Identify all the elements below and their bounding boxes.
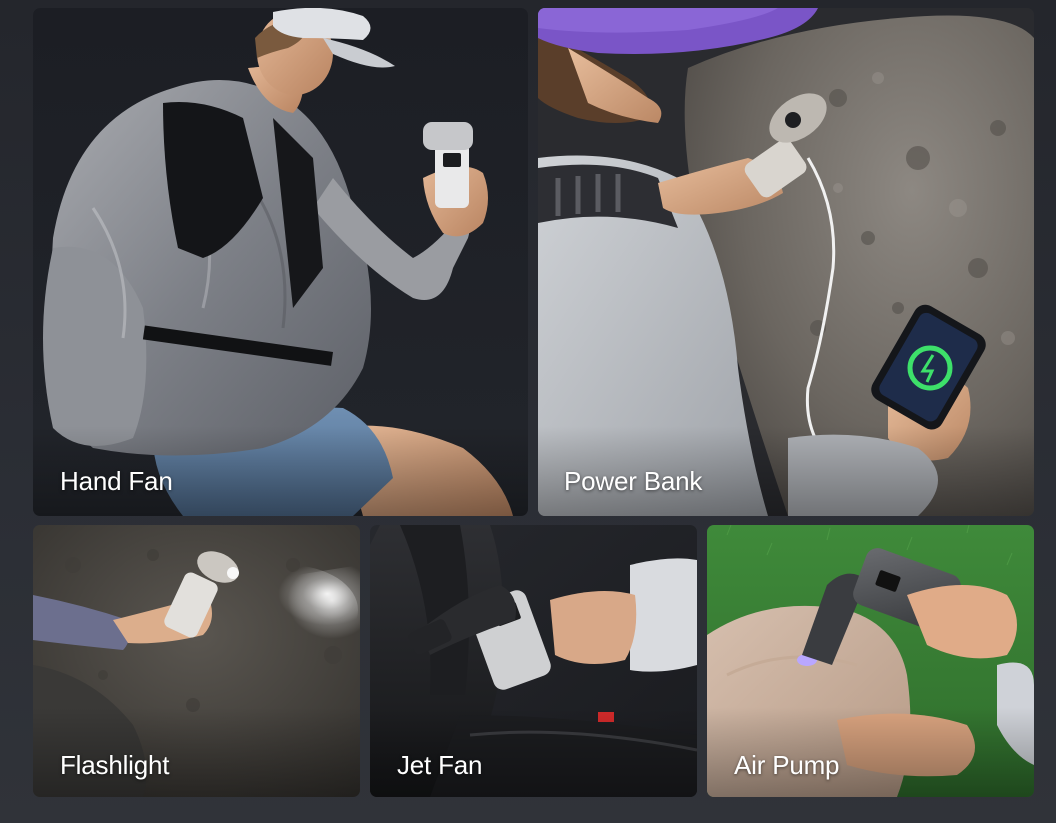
tile-caption-power-bank: Power Bank (564, 466, 703, 496)
jet-fan-tile: Jet Fan (370, 525, 697, 797)
tile-caption-air-pump: Air Pump (734, 750, 840, 780)
tile-caption-jet-fan: Jet Fan (397, 750, 483, 780)
tile-caption-flashlight: Flashlight (60, 750, 170, 780)
air-pump-tile: Air Pump (707, 525, 1034, 797)
power-bank-tile: Power Bank (538, 8, 1034, 516)
flashlight-tile: Flashlight (33, 525, 360, 797)
hand-fan-tile: Hand Fan (33, 8, 528, 516)
tile-caption-hand-fan: Hand Fan (60, 466, 173, 496)
